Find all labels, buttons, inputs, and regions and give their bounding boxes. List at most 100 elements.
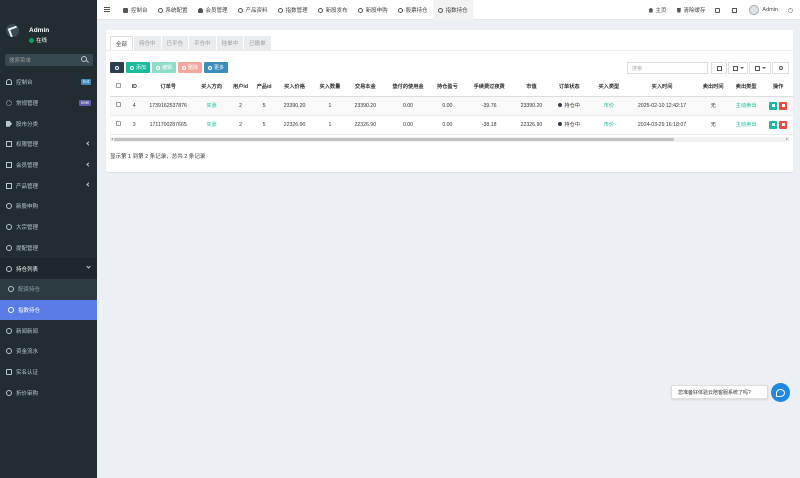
language-button[interactable] (710, 7, 727, 13)
delete-row-button[interactable] (779, 101, 788, 110)
sidebar-item-general[interactable]: 常规管理 new (0, 93, 97, 114)
trash-icon (781, 104, 785, 107)
export-button[interactable] (749, 62, 771, 74)
nav-tab-config[interactable]: 系统配置 (153, 0, 193, 20)
nav-tab-products[interactable]: 产品资料 (233, 0, 273, 20)
column-header[interactable]: 订单号 (142, 78, 195, 97)
sidebar-item-fund-flow[interactable]: 资金流水 (0, 341, 97, 362)
sidebar-item-allocation[interactable]: 提配管理 (0, 238, 97, 259)
toolbar: 添加 编辑 删除 更多 (110, 62, 229, 73)
fullscreen-button[interactable] (727, 7, 744, 13)
row-checkbox[interactable] (115, 102, 121, 107)
search-icon[interactable] (81, 56, 89, 64)
select-all-checkbox[interactable] (115, 83, 121, 89)
sidebar-item-products[interactable]: 产品管理 (0, 175, 97, 196)
column-header[interactable]: 卖出时间 (697, 78, 729, 97)
delete-row-button[interactable] (779, 120, 788, 129)
admin-menu[interactable]: Admin (744, 5, 783, 15)
column-header[interactable]: 买入数量 (313, 78, 347, 97)
nav-tab-dashboard[interactable]: 控制台 (118, 0, 153, 20)
add-button[interactable]: 添加 (126, 62, 151, 73)
row-checkbox[interactable] (115, 121, 121, 126)
home-link[interactable]: 主页 (643, 6, 671, 14)
nav-tab-ipo-publish[interactable]: 新股发布 (313, 0, 353, 20)
column-header[interactable]: 订单状态 (547, 78, 592, 97)
column-header[interactable]: 买入时间 (626, 78, 698, 97)
edit-row-button[interactable] (769, 101, 778, 110)
columns-button[interactable] (728, 62, 748, 74)
filter-tab-pending[interactable]: 挂单中 (216, 36, 244, 50)
filter-tab-all[interactable]: 全部 (110, 36, 134, 50)
column-header[interactable]: 持仓盈亏 (432, 78, 463, 97)
toggle-view-button[interactable] (711, 62, 727, 74)
sidebar-item-stock-category[interactable]: 股市分类 (0, 113, 97, 134)
filter-tab-closing[interactable]: 平仓中 (189, 36, 216, 50)
edit-button[interactable]: 编辑 (152, 62, 177, 73)
clear-cache-button[interactable]: 清除缓存 (671, 6, 710, 14)
cell-quantity: 1 (313, 96, 347, 116)
column-header[interactable]: 垫付的使用金 (383, 78, 433, 97)
main-panel: 全部 持仓中 已平仓 平仓中 挂单中 已撤单 添加 编辑 删除 更多 搜索 ID… (106, 30, 793, 172)
sidebar-item-ipo-subscribe[interactable]: 新股申购 (0, 196, 97, 217)
export-icon (754, 65, 760, 71)
settings-button[interactable] (783, 7, 800, 13)
column-header[interactable]: 买入方向 (194, 78, 229, 97)
menu-toggle-icon[interactable] (104, 7, 110, 12)
scroll-right-icon[interactable] (786, 138, 788, 140)
sidebar-item-news[interactable]: 新闻新闻 (0, 320, 97, 341)
filter-tab-cancelled[interactable]: 已撤单 (244, 36, 271, 50)
sidebar-item-permissions[interactable]: 权限管理 (0, 134, 97, 155)
delete-button[interactable]: 删除 (178, 62, 203, 73)
nav-tab-index-positions[interactable]: 指数持仓 (432, 0, 473, 20)
cell-buy-type[interactable]: 市价 (591, 96, 627, 116)
sidebar-item-realname[interactable]: 实名认证 (0, 362, 97, 383)
table-row[interactable]: 3 1711700287665 买涨 2 5 22326.90 1 22326.… (110, 115, 793, 135)
column-header[interactable]: 交易本金 (346, 78, 384, 97)
column-header[interactable]: 买入价格 (275, 78, 314, 97)
nav-tab-stock-positions[interactable]: 股票持仓 (393, 0, 433, 20)
sidebar-item-members[interactable]: 会员管理 (0, 155, 97, 176)
chat-prompt[interactable]: 您准备好体验云陪客服系统了吗? (671, 385, 768, 399)
advanced-search-button[interactable] (772, 62, 789, 74)
column-header[interactable]: 市值 (515, 78, 548, 97)
refresh-button[interactable] (110, 62, 124, 73)
cell-status: 持仓中 (547, 96, 592, 116)
plus-icon (130, 65, 134, 70)
chat-button[interactable] (771, 383, 790, 402)
cell-sell-type[interactable]: 主动卖出 (729, 115, 764, 135)
sidebar-search[interactable]: 搜索菜单 (5, 54, 93, 66)
scroll-thumb[interactable] (114, 138, 674, 141)
column-header[interactable]: 卖出类型 (729, 78, 764, 97)
sidebar-item-positions[interactable]: 持仓列表 (0, 258, 97, 279)
column-header[interactable]: ID (126, 78, 142, 97)
column-header[interactable]: 买入类型 (591, 78, 627, 97)
filter-tab-holding[interactable]: 持仓中 (134, 36, 161, 50)
table-row[interactable]: 4 1739162537876 买涨 2 5 23390.20 1 23390.… (110, 96, 793, 116)
cog-icon (157, 7, 163, 13)
table-search-input[interactable]: 搜索 (627, 62, 708, 74)
nav-tab-members[interactable]: 会员管理 (193, 0, 233, 20)
sidebar-item-margin-positions[interactable]: 配资持仓 (0, 279, 97, 300)
cell-sell-type[interactable]: 主动卖出 (729, 96, 764, 116)
cell-buy-type[interactable]: 市价 (591, 115, 627, 135)
positions-table: ID 订单号 买入方向 用户id 产品id 买入价格 买入数量 交易本金 垫付的… (110, 78, 793, 135)
horizontal-scrollbar[interactable] (110, 137, 789, 142)
scroll-left-icon[interactable] (111, 138, 113, 140)
sidebar-item-block-trade[interactable]: 大宗管理 (0, 217, 97, 238)
sidebar-item-index-positions[interactable]: 指数持仓 (0, 299, 97, 321)
column-header[interactable]: 产品id (252, 78, 276, 97)
search-icon (778, 66, 783, 70)
cell-advance: 0.00 (383, 115, 433, 135)
nav-tab-ipo-subscribe[interactable]: 新股申购 (353, 0, 393, 20)
column-header[interactable]: 手续费过夜费 (462, 78, 516, 97)
nav-tab-index-mgmt[interactable]: 指数管理 (273, 0, 313, 20)
filter-tab-closed[interactable]: 已平仓 (161, 36, 189, 50)
sidebar-item-dashboard[interactable]: 控制台 hot (0, 72, 97, 93)
more-button[interactable]: 更多 (204, 62, 229, 73)
column-header[interactable]: 用户id (228, 78, 253, 97)
edit-row-button[interactable] (769, 120, 778, 129)
chevron-left-icon (86, 141, 91, 146)
sidebar-item-discount[interactable]: 折价审购 (0, 382, 97, 403)
sidebar: Admin 在线 搜索菜单 控制台 hot 常规管理 new 股市分类 权限管理 会… (0, 0, 97, 478)
circle-icon (6, 389, 12, 396)
